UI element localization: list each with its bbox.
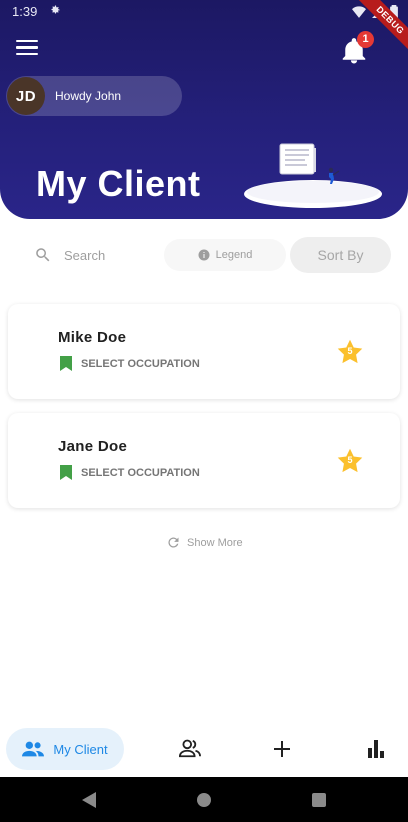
rating-star: 5 [336,447,364,475]
toolbar: Search Legend Sort By [0,232,408,278]
status-time: 1:39 [12,4,38,19]
client-card[interactable]: Jane Doe SELECT OCCUPATION 5 [8,413,400,508]
show-more-label: Show More [187,536,243,549]
home-icon[interactable] [197,793,211,807]
rating-value: 5 [347,455,353,465]
rating-star: 5 [336,338,364,366]
bookmark-icon [60,465,72,480]
bookmark-icon [60,356,72,371]
nav-my-client-label: My Client [53,741,108,757]
status-bar: 1:39 [0,0,408,24]
legend-label: Legend [215,249,253,261]
search-placeholder: Search [64,247,106,263]
rating-value: 5 [347,346,353,356]
clients-icon [22,741,45,757]
info-icon [198,249,210,261]
add-icon[interactable] [274,741,290,757]
refresh-icon [168,537,179,548]
bottom-nav: My Client [0,722,408,777]
select-occupation-button[interactable]: SELECT OCCUPATION [60,465,200,480]
recents-icon[interactable] [312,793,326,807]
header: 1:39 DEBUG 1 JD Howdy John My Client [0,0,408,219]
wifi-icon [352,6,366,18]
header-illustration [244,143,382,208]
screen: 1:39 DEBUG 1 JD Howdy John My Client Sea… [0,0,408,822]
show-more-button[interactable]: Show More [166,535,243,550]
legend-button[interactable]: Legend [164,239,286,271]
back-icon[interactable] [82,792,96,808]
select-occupation-button[interactable]: SELECT OCCUPATION [60,356,200,371]
greeting-text: Howdy John [55,89,122,103]
occupation-label: SELECT OCCUPATION [81,466,200,479]
search-icon [36,248,50,262]
notification-badge: 1 [357,31,374,48]
stats-icon[interactable] [368,740,384,758]
client-card[interactable]: Mike Doe SELECT OCCUPATION 5 [8,304,400,399]
sort-by-button[interactable]: Sort By [290,237,391,273]
system-nav-bar [0,777,408,822]
search-field[interactable]: Search [34,242,154,268]
people-icon[interactable] [179,738,201,758]
avatar[interactable]: JD [7,77,45,115]
client-name: Jane Doe [58,438,128,455]
nav-my-client[interactable]: My Client [6,728,124,770]
page-title: My Client [36,163,201,204]
menu-icon[interactable] [16,40,38,60]
settings-status-icon [51,5,60,14]
occupation-label: SELECT OCCUPATION [81,357,200,370]
client-name: Mike Doe [58,329,127,346]
